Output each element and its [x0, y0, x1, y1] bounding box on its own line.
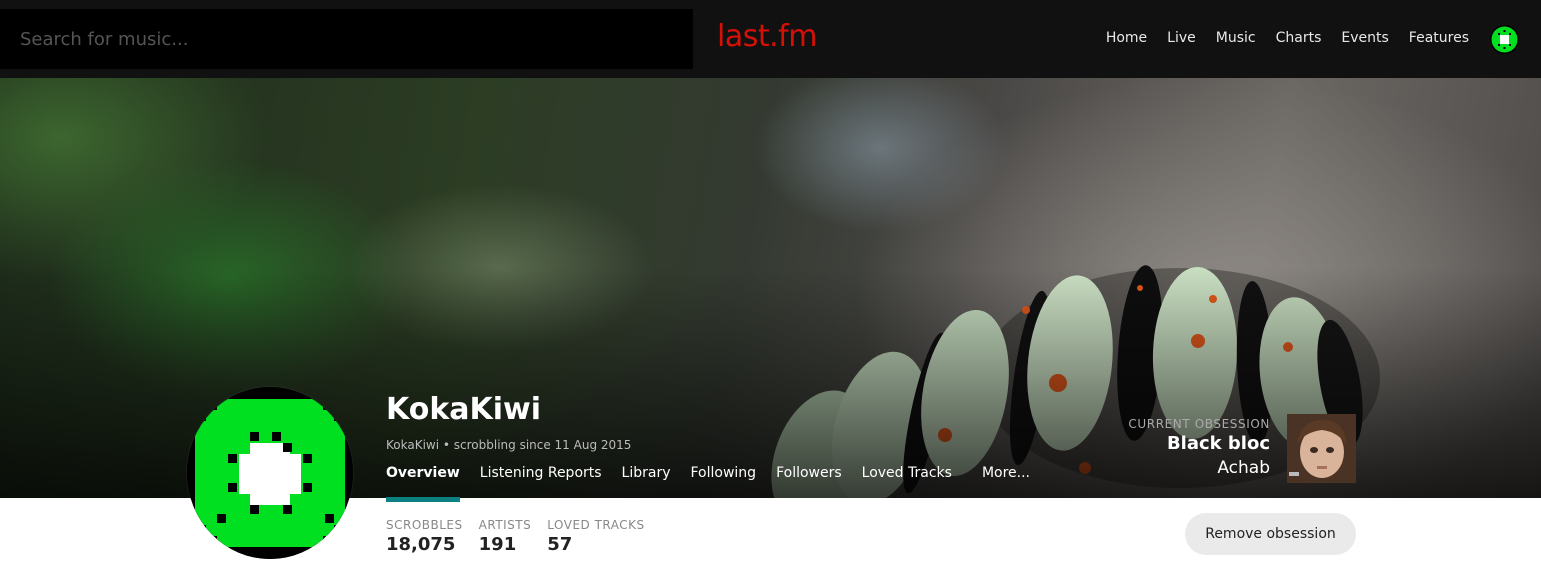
- search-box: [0, 9, 693, 69]
- search-input[interactable]: [0, 9, 693, 69]
- obsession-track-title[interactable]: Black bloc: [1167, 433, 1270, 454]
- profile-username: KokaKiwi: [386, 392, 542, 427]
- nav-features[interactable]: Features: [1409, 30, 1469, 46]
- stat-label: LOVED TRACKS: [547, 518, 645, 532]
- stat-label: ARTISTS: [478, 518, 532, 532]
- stat-label: SCROBBLES: [386, 518, 463, 532]
- tab-following[interactable]: Following: [691, 465, 757, 502]
- profile-avatar[interactable]: [187, 387, 353, 559]
- tab-library[interactable]: Library: [622, 465, 671, 502]
- top-navigation-bar: last.fm Home Live Music Charts Events Fe…: [0, 0, 1541, 78]
- main-nav: Home Live Music Charts Events Features: [1106, 30, 1469, 46]
- stat-artists[interactable]: ARTISTS 191: [479, 518, 532, 555]
- profile-subtitle: KokaKiwi • scrobbling since 11 Aug 2015: [386, 438, 632, 452]
- profile-stats: SCROBBLES 18,075 ARTISTS 191 LOVED TRACK…: [386, 518, 645, 555]
- album-art-image: [1287, 414, 1356, 483]
- stat-value: 191: [478, 534, 517, 555]
- nav-live[interactable]: Live: [1167, 30, 1196, 46]
- user-avatar-small[interactable]: [1490, 25, 1519, 54]
- tab-overview[interactable]: Overview: [386, 465, 460, 502]
- stat-scrobbles[interactable]: SCROBBLES 18,075: [386, 518, 463, 555]
- profile-tabs: Overview Listening Reports Library Follo…: [386, 465, 1050, 502]
- stat-value: 57: [547, 534, 573, 555]
- tab-listening-reports[interactable]: Listening Reports: [480, 465, 602, 502]
- lastfm-logo[interactable]: last.fm: [717, 19, 817, 54]
- nav-charts[interactable]: Charts: [1276, 30, 1322, 46]
- stat-loved-tracks[interactable]: LOVED TRACKS 57: [547, 518, 644, 555]
- nav-music[interactable]: Music: [1216, 30, 1256, 46]
- nav-home[interactable]: Home: [1106, 30, 1147, 46]
- obsession-album-art[interactable]: [1287, 414, 1356, 483]
- nav-events[interactable]: Events: [1341, 30, 1388, 46]
- stat-value: 18,075: [386, 534, 456, 555]
- kiwi-avatar-icon: [187, 387, 353, 559]
- remove-obsession-button[interactable]: Remove obsession: [1185, 513, 1356, 555]
- tab-followers[interactable]: Followers: [776, 465, 842, 502]
- tab-more[interactable]: More...: [982, 465, 1030, 502]
- tab-loved-tracks[interactable]: Loved Tracks: [862, 465, 952, 502]
- current-obsession-label: CURRENT OBSESSION: [1128, 417, 1270, 431]
- obsession-artist-name[interactable]: Achab: [1217, 458, 1270, 478]
